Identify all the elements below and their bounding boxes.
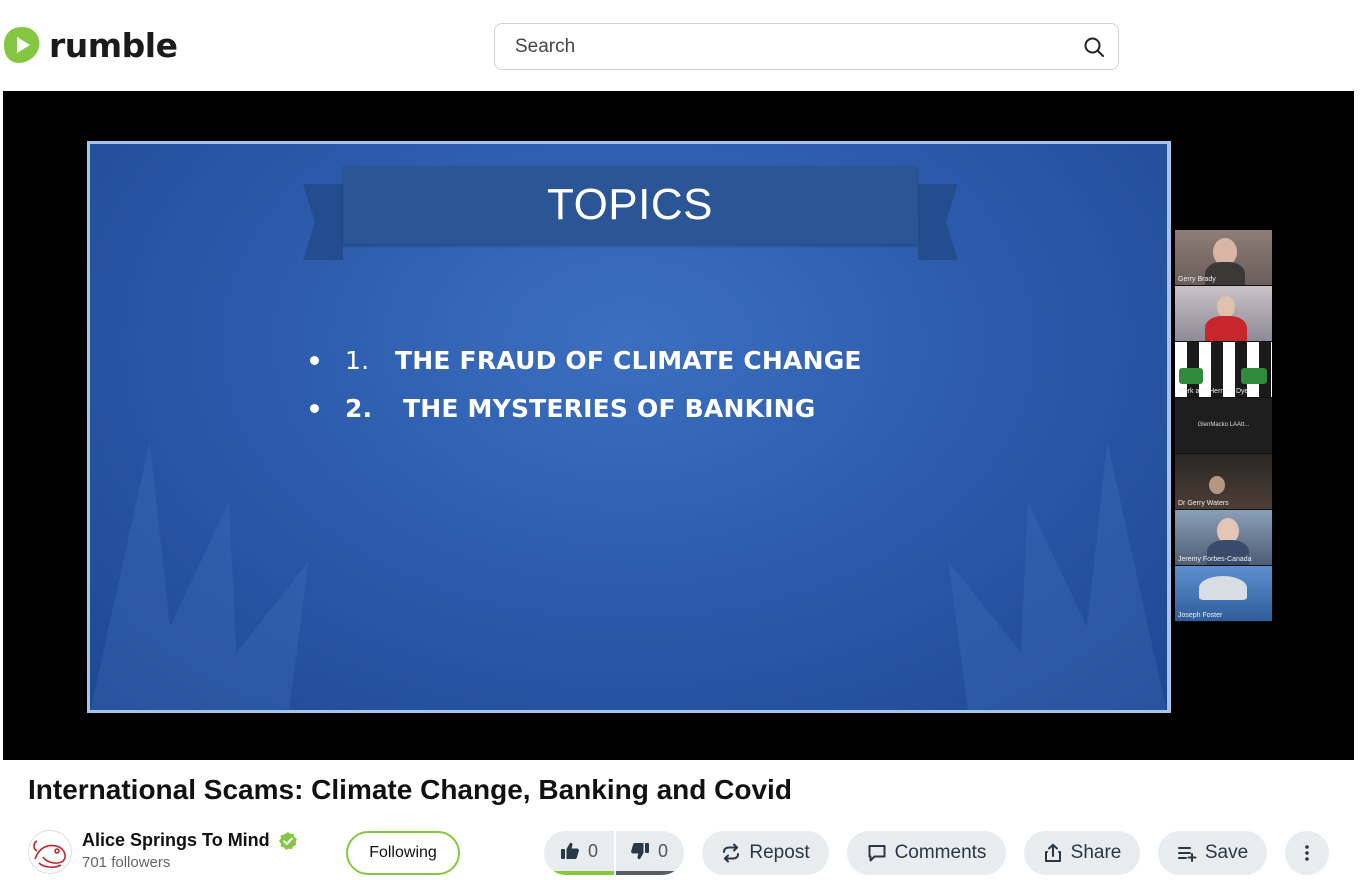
site-header: rumble — [0, 0, 1362, 90]
bullet-dot-icon — [310, 355, 319, 365]
like-button[interactable]: 0 — [544, 831, 614, 871]
participant-tile: Joseph Foster — [1175, 566, 1272, 622]
rumble-logo[interactable]: rumble — [3, 24, 178, 66]
thumbs-down-icon — [631, 843, 649, 860]
repost-icon — [723, 843, 740, 863]
participant-tile: GlenMacko LAAtt... — [1175, 398, 1272, 454]
bullet-text: THE FRAUD OF CLIMATE CHANGE — [395, 345, 862, 375]
participant-tile: Merk and Herman Dyer — [1175, 342, 1272, 398]
logo-wordmark: rumble — [49, 25, 178, 65]
more-vertical-icon — [1305, 845, 1309, 861]
like-ratio-bar — [544, 871, 614, 875]
bullet-number: 2. — [345, 393, 373, 423]
add-to-playlist-icon — [1177, 847, 1197, 862]
channel-logo-icon — [33, 840, 66, 868]
bullet-dot-icon — [310, 403, 319, 413]
participant-name: Joseph Foster — [1178, 612, 1223, 619]
search-input[interactable] — [495, 24, 1055, 69]
participant-tile — [1175, 286, 1272, 342]
repost-label: Repost — [749, 842, 810, 863]
participant-name: Dr Gerry Waters — [1178, 500, 1229, 507]
slide-title: TOPICS — [546, 180, 713, 229]
share-button[interactable]: Share — [1024, 831, 1140, 875]
like-count: 0 — [587, 840, 598, 861]
rumble-play-icon — [4, 27, 40, 63]
more-options-button[interactable] — [1285, 831, 1329, 875]
participant-name: GlenMacko LAAtt... — [1197, 422, 1250, 428]
save-label: Save — [1204, 842, 1249, 863]
participant-name: Gerry Brady — [1178, 276, 1216, 283]
search-bar — [494, 23, 1119, 70]
slide-title-banner: TOPICS — [343, 166, 917, 244]
video-player[interactable]: TOPICS 1. THE FRAUD OF CLIMATE CHANGE 2.… — [3, 91, 1354, 760]
following-button[interactable]: Following — [346, 831, 460, 875]
bullet-text: THE MYSTERIES OF BANKING — [403, 393, 816, 423]
participant-tile: Dr Gerry Waters — [1175, 454, 1272, 510]
share-icon — [1044, 843, 1061, 862]
participant-name: Merk and Herman Dyer — [1178, 388, 1251, 395]
follower-count: 701 followers — [82, 854, 171, 871]
verified-badge-icon — [278, 831, 297, 850]
video-title: International Scams: Climate Change, Ban… — [28, 774, 792, 805]
slide-bullet-list: 1. THE FRAUD OF CLIMATE CHANGE 2. THE MY… — [310, 336, 862, 432]
dislike-ratio-bar — [616, 871, 684, 875]
participant-tile: Jeremy Forbes-Canada — [1175, 510, 1272, 566]
share-label: Share — [1070, 842, 1122, 863]
dislike-button[interactable]: 0 — [614, 831, 684, 871]
bullet-number: 1. — [345, 345, 370, 375]
participant-tile: Gerry Brady — [1175, 230, 1272, 286]
participant-name: Jeremy Forbes-Canada — [1178, 556, 1252, 563]
slide-bullet: 2. THE MYSTERIES OF BANKING — [310, 384, 862, 432]
save-button[interactable]: Save — [1158, 831, 1267, 875]
dislike-count: 0 — [657, 840, 668, 861]
channel-avatar[interactable] — [28, 830, 72, 874]
search-icon[interactable] — [1082, 35, 1106, 59]
slide-bullet: 1. THE FRAUD OF CLIMATE CHANGE — [310, 336, 862, 384]
participant-gallery: Gerry Brady Merk and Herman Dyer GlenMac… — [1175, 230, 1273, 622]
presentation-slide: TOPICS 1. THE FRAUD OF CLIMATE CHANGE 2.… — [87, 141, 1171, 713]
channel-info: Alice Springs To Mind 701 followers — [28, 830, 298, 874]
vote-control: 0 0 — [544, 831, 684, 875]
channel-name[interactable]: Alice Springs To Mind — [82, 830, 270, 851]
comment-icon — [868, 845, 886, 862]
vote-divider — [614, 831, 616, 871]
repost-button[interactable]: Repost — [702, 831, 829, 875]
thumbs-up-icon — [560, 842, 579, 859]
comments-label: Comments — [894, 842, 987, 863]
comments-button[interactable]: Comments — [847, 831, 1006, 875]
